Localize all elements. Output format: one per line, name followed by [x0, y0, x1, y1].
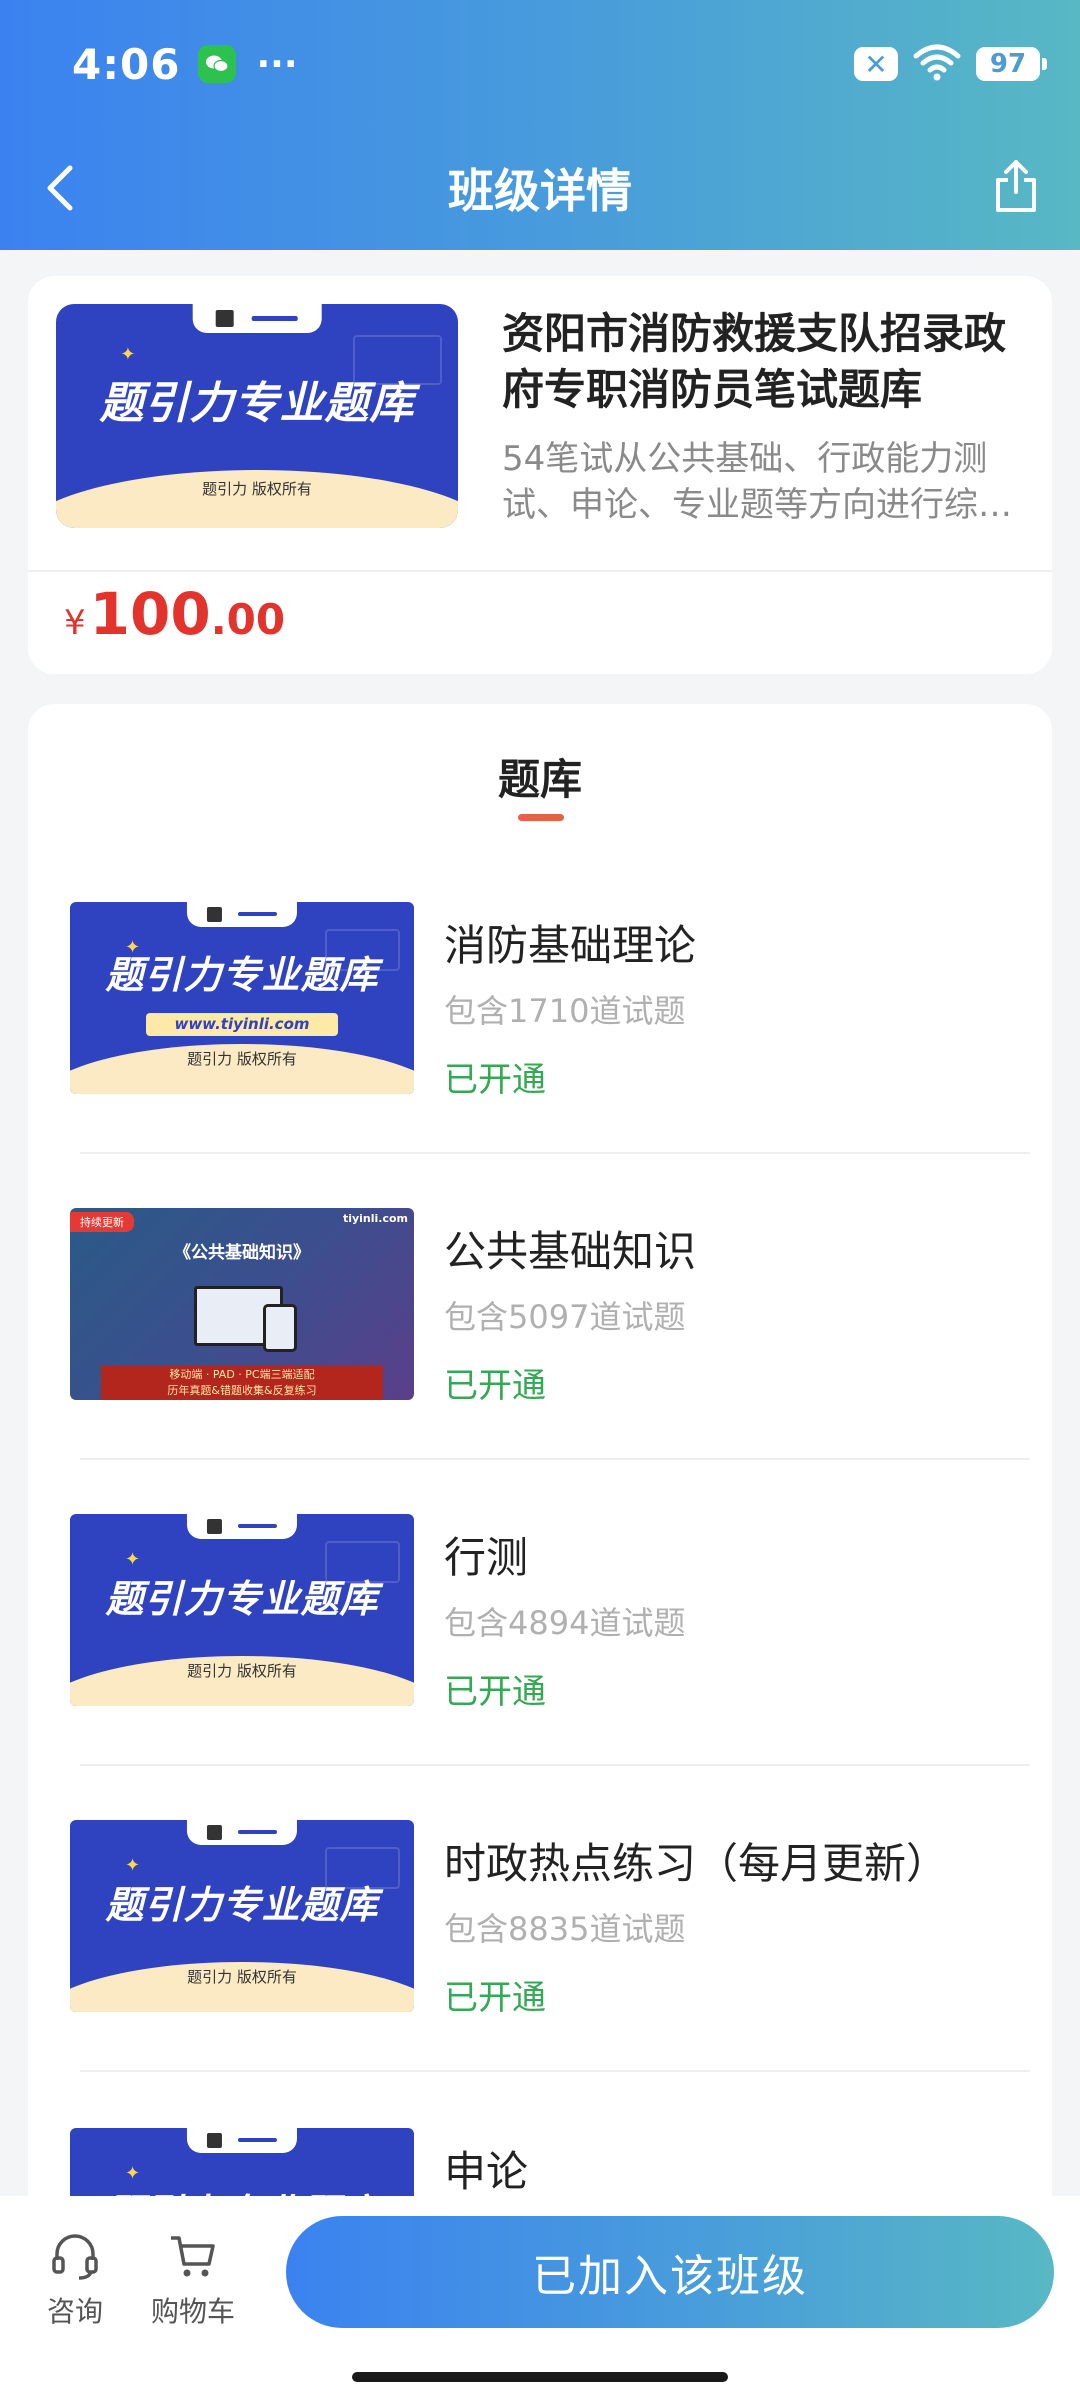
- price-currency: ¥: [64, 603, 86, 643]
- nav-bar: 班级详情: [0, 148, 1080, 228]
- thumb-tag: 持续更新: [70, 1212, 134, 1232]
- battery-indicator: 97: [976, 47, 1047, 81]
- header: 4:06 ··· ✕ 97 班级详情: [0, 0, 1080, 250]
- bank-item-count: 包含8835道试题: [444, 1910, 686, 1948]
- bank-item-status: 已开通: [444, 1978, 546, 2018]
- thumb-heading: 《公共基础知识》: [174, 1243, 310, 1263]
- course-title: 资阳市消防救援支队招录政府专职消防员笔试题库: [502, 309, 1007, 414]
- bank-item[interactable]: ✦ 题引力专业题库 题引力 版权所有 行测 包含4894道试题 已开通: [70, 1514, 1030, 1712]
- joined-class-button[interactable]: 已加入该班级: [286, 2216, 1054, 2328]
- bank-item-thumbnail: ✦ 题引力专业题库 题引力 版权所有: [70, 1820, 414, 2012]
- cart-icon: [171, 2236, 215, 2277]
- thumb-footer: 题引力 版权所有: [202, 479, 312, 498]
- bank-item-name: 公共基础知识: [444, 1227, 697, 1276]
- wechat-icon: [198, 45, 237, 83]
- star-icon: ✦: [125, 2162, 141, 2184]
- cart-label: 购物车: [150, 2295, 235, 2328]
- wifi-icon: [912, 42, 962, 86]
- bank-item-name: 行测: [444, 1533, 529, 1582]
- bank-item-count: 包含1710道试题: [444, 992, 686, 1030]
- bank-item[interactable]: ✦ 题引力专业题库 题引力 版权所有 时政热点练习（每月更新） 包含8835道试…: [70, 1820, 1030, 2018]
- divider: [80, 1152, 1030, 1154]
- more-notifications-icon: ···: [256, 43, 298, 85]
- thumb-footer-line: 历年真题&错题收集&反复练习: [167, 1384, 317, 1397]
- thumb-headline: 题引力专业题库: [105, 953, 379, 998]
- consult-button[interactable]: 咨询: [20, 2230, 130, 2330]
- bank-item-count: 包含4894道试题: [444, 1604, 686, 1642]
- home-indicator[interactable]: [352, 2372, 728, 2382]
- price-integer: 100: [89, 580, 211, 648]
- thumb-footer-line: 移动端 · PAD · PC端三端适配: [169, 1368, 315, 1381]
- bottom-action-bar: 咨询 购物车 已加入该班级: [0, 2196, 1080, 2400]
- bank-item-name: 时政热点练习（每月更新）: [444, 1839, 949, 1888]
- course-price: ¥ 100 .00: [64, 580, 285, 648]
- course-card: ✦ 题引力专业题库 题引力 版权所有 资阳市消防救援支队招录政府专职消防员笔试题…: [28, 276, 1052, 674]
- bank-item-thumbnail: ✦ 题引力专业题库 www.tiyinli.com 题引力 版权所有: [70, 902, 414, 1094]
- consult-label: 咨询: [46, 2295, 103, 2328]
- thumb-headline: 题引力专业题库: [105, 1576, 379, 1621]
- bank-item-name: 消防基础理论: [444, 921, 697, 970]
- divider: [80, 1458, 1030, 1460]
- thumb-footer: 题引力 版权所有: [187, 1662, 297, 1681]
- thumb-headline: 题引力专业题库: [99, 377, 415, 429]
- headset-icon: [52, 2234, 98, 2280]
- star-icon: ✦: [120, 344, 136, 366]
- page-title: 班级详情: [448, 164, 632, 218]
- bank-item-status: 已开通: [444, 1672, 546, 1712]
- bank-item[interactable]: 持续更新 tiyinli.com 《公共基础知识》 移动端 · PAD · PC…: [70, 1208, 1030, 1406]
- bank-item[interactable]: ✦ 题引力专业题库 www.tiyinli.com 题引力 版权所有 消防基础理…: [70, 902, 1030, 1100]
- price-decimal: .00: [210, 595, 286, 644]
- star-icon: ✦: [125, 1548, 141, 1570]
- bank-item-count: 包含5097道试题: [444, 1298, 686, 1336]
- back-icon[interactable]: [40, 162, 80, 214]
- divider: [80, 1764, 1030, 1766]
- share-icon[interactable]: [990, 156, 1042, 216]
- section-title: 题库: [497, 755, 582, 804]
- thumb-headline: 题引力专业题库: [105, 1882, 379, 1927]
- thumb-brand: tiyinli.com: [342, 1212, 408, 1225]
- thumb-footer: 题引力 版权所有: [187, 1050, 297, 1069]
- section-title-underline: [518, 814, 564, 821]
- question-bank-section: 题库 ✦ 题引力专业题库 www.tiyinli.com 题引力 版权所有 消防…: [28, 704, 1052, 2320]
- status-bar: 4:06 ··· ✕ 97: [72, 36, 1047, 92]
- bank-item-thumbnail: 持续更新 tiyinli.com 《公共基础知识》 移动端 · PAD · PC…: [70, 1208, 414, 1400]
- star-icon: ✦: [125, 1854, 141, 1876]
- course-description: 54笔试从公共基础、行政能力测试、申论、专业题等方向进行综合练习，帮助考生全面备…: [502, 439, 1012, 525]
- tablet-icon: [262, 1304, 298, 1352]
- status-time: 4:06: [72, 39, 181, 89]
- thumb-footer: 移动端 · PAD · PC端三端适配 历年真题&错题收集&反复练习: [100, 1366, 384, 1400]
- course-thumbnail: ✦ 题引力专业题库 题引力 版权所有: [56, 304, 458, 528]
- thumb-footer: 题引力 版权所有: [187, 1968, 297, 1987]
- bank-item-name: 申论: [444, 2147, 529, 2196]
- divider: [80, 2070, 1030, 2072]
- divider: [28, 570, 1052, 572]
- thumb-url: www.tiyinli.com: [145, 1013, 339, 1037]
- bank-item-thumbnail: ✦ 题引力专业题库 题引力 版权所有: [70, 1514, 414, 1706]
- no-sim-icon: ✕: [854, 47, 898, 81]
- bank-item-status: 已开通: [444, 1060, 546, 1100]
- bank-item-status: 已开通: [444, 1366, 546, 1406]
- cart-button[interactable]: 购物车: [138, 2230, 248, 2330]
